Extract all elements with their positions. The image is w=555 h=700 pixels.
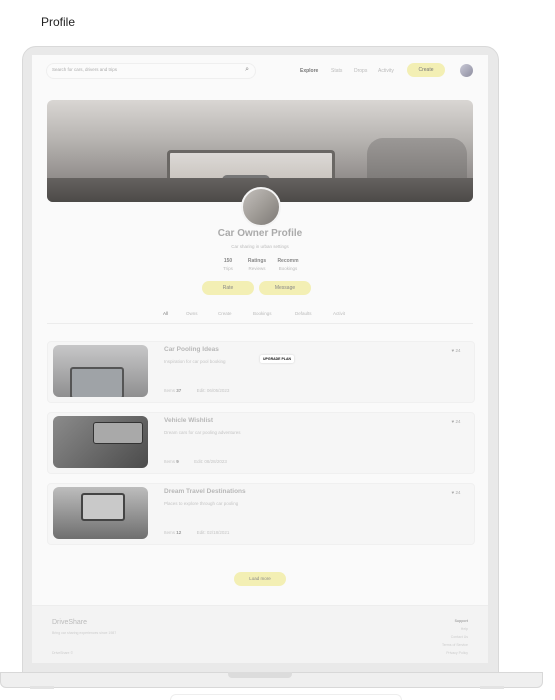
top-nav: Search for cars, drivers and trips ⌕ Exp… [32,55,488,85]
items-label: Items [164,388,176,393]
rate-button[interactable]: Rate [202,281,254,295]
collection-card[interactable]: Dream Travel Destinations Places to expl… [47,483,475,545]
collection-meta: Items 12 Edit: 02/18/2021 [164,530,229,535]
search-bar[interactable]: Search for cars, drivers and trips ⌕ [46,63,256,79]
laptop-screen: Search for cars, drivers and trips ⌕ Exp… [32,55,488,663]
interior-screen-image [93,422,143,444]
footer-link-terms[interactable]: Terms of Service [442,643,468,647]
items-count: 37 [176,388,182,393]
stat-value: Ratings [247,258,267,264]
stat-label: Reviews [248,266,266,271]
edited-date: Edit: 06/05/2023 [196,388,230,393]
laptop-shadow [170,694,402,700]
likes-badge[interactable]: ♥ 24 [448,418,464,426]
footer-tagline: Bring car sharing experiences since 1987 [52,631,117,635]
collection-meta: Items 9 Edit: 08/28/2023 [164,459,227,464]
search-input[interactable]: Search for cars, drivers and trips [52,67,117,72]
stat-recomm: Recomm Bookings [273,258,303,271]
items-label: Items [164,530,176,535]
likes-badge[interactable]: ♥ 24 [448,489,464,497]
footer: DriveShare Bring car sharing experiences… [32,605,488,663]
tabs-divider [47,323,473,324]
tab-bookings[interactable]: Bookings [253,311,272,316]
stat-label: Trips [223,266,233,271]
nav-link-explore[interactable]: Explore [300,68,318,74]
tab-activity[interactable]: Activit [333,311,345,316]
likes-badge[interactable]: ♥ 24 [448,347,464,355]
nav-link-activity[interactable]: Activity [378,68,394,74]
collection-meta: Items 37 Edit: 06/05/2023 [164,388,229,393]
footer-brand[interactable]: DriveShare [52,619,87,626]
stat-value: Recomm [277,258,299,264]
stat-value: 150 [223,258,233,264]
page-title: Profile [41,15,76,29]
profile-avatar [241,187,281,227]
navigation-screen-image [81,493,125,521]
stat-label: Bookings [278,266,298,271]
stat-trips: 150 Trips [213,258,243,271]
laptop-foot-left [30,686,54,689]
collection-thumbnail [53,345,148,397]
likes-count: 24 [455,490,461,495]
collection-title[interactable]: Vehicle Wishlist [164,417,213,424]
collection-thumbnail [53,487,148,539]
laptop-notch [228,672,292,678]
tab-create[interactable]: Create [218,311,232,316]
laptop-foot-right [480,686,504,689]
tab-all[interactable]: All [163,311,168,316]
search-icon[interactable]: ⌕ [245,66,249,74]
tab-owns[interactable]: Owns [186,311,198,316]
profile-subtitle: Car sharing in urban settings [231,244,289,249]
create-button[interactable]: Create [407,63,445,77]
collection-description: Dream cars for car pooling adventures [164,430,241,435]
edited-date: Edit: 02/18/2021 [196,530,230,535]
footer-link-contact[interactable]: Contact Us [451,635,468,639]
footer-link-privacy[interactable]: Privacy Policy [446,651,468,655]
collection-title[interactable]: Car Pooling Ideas [164,346,219,353]
profile-name: Car Owner Profile [217,228,303,239]
collection-card[interactable]: Car Pooling Ideas Inspiration for car po… [47,341,475,403]
load-more-button[interactable]: Load more [234,572,286,586]
nav-link-drops[interactable]: Drops [354,68,367,74]
collection-description: Inspiration for car pool booking [164,359,226,364]
likes-count: 24 [455,348,461,353]
upgrade-plan-badge[interactable]: UPGRADE PLAN [260,355,295,363]
items-count: 12 [176,530,182,535]
footer-copyright: DriveShare © [52,651,74,655]
collection-title[interactable]: Dream Travel Destinations [164,488,246,495]
user-avatar[interactable] [460,64,473,77]
nav-link-stats[interactable]: Stats [331,68,342,74]
footer-support-heading: Support [454,619,468,623]
message-button[interactable]: Message [259,281,311,295]
tab-defaults[interactable]: Defaults [295,311,312,316]
likes-count: 24 [455,419,461,424]
footer-link-help[interactable]: Help [461,627,468,631]
collection-card[interactable]: Vehicle Wishlist Dream cars for car pool… [47,412,475,474]
collection-description: Places to explore through car pooling [164,501,239,506]
items-count: 9 [176,459,179,464]
stat-ratings: Ratings Reviews [242,258,272,271]
edited-date: Edit: 08/28/2023 [194,459,227,464]
collection-thumbnail [53,416,148,468]
dashboard-screen-image [70,367,124,397]
items-label: Items [164,459,176,464]
